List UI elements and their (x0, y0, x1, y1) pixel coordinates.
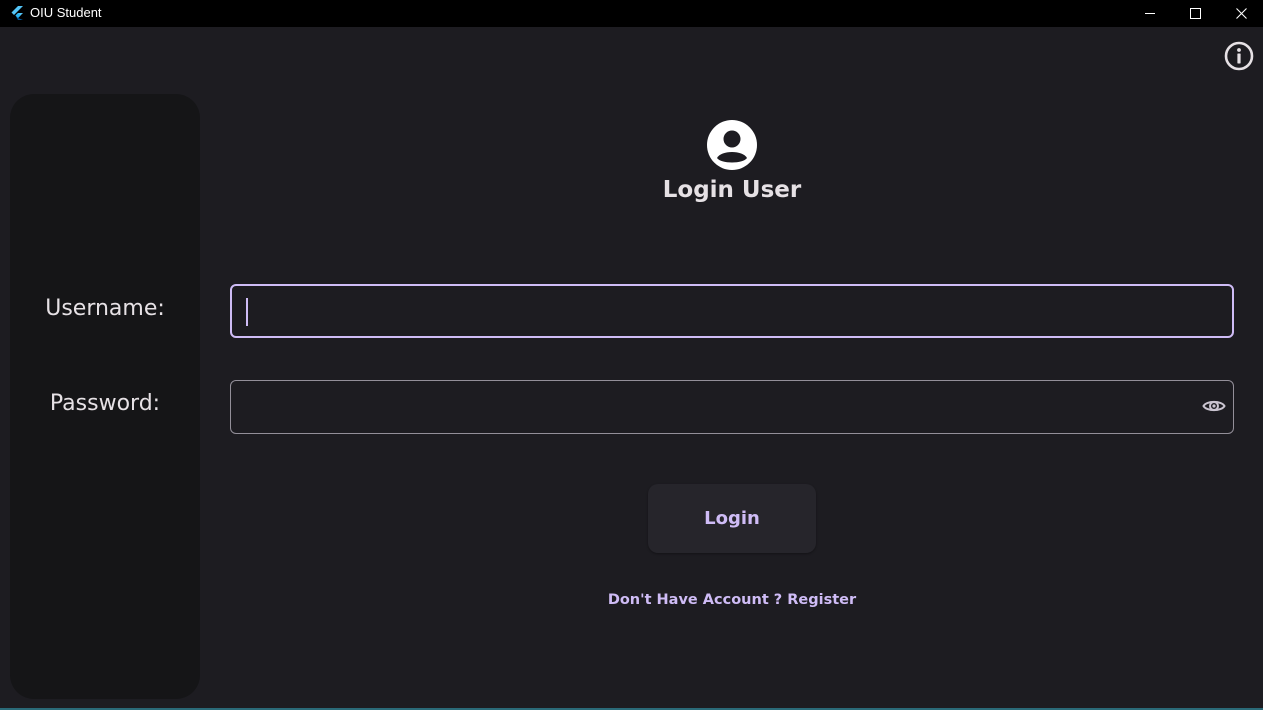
password-label: Password: (49, 391, 161, 416)
login-button[interactable]: Login (648, 484, 816, 553)
account-circle-icon (706, 119, 758, 171)
labels-panel: Username: Password: (10, 94, 200, 699)
password-input[interactable] (231, 381, 1233, 433)
login-page: Username: Password: Login User Login Don… (0, 28, 1263, 710)
username-input[interactable] (232, 286, 1232, 336)
username-label: Username: (45, 296, 165, 321)
title-bar: OIU Student (0, 0, 1263, 27)
window-title: OIU Student (30, 5, 102, 20)
close-button[interactable] (1218, 0, 1263, 27)
page-title: Login User (662, 177, 802, 203)
toggle-password-visibility-button[interactable] (1201, 395, 1227, 421)
close-icon (1235, 8, 1247, 19)
maximize-button[interactable] (1172, 0, 1218, 27)
info-button[interactable] (1223, 41, 1254, 75)
eye-icon (1202, 394, 1226, 422)
flutter-logo-icon (9, 5, 25, 21)
info-icon (1224, 41, 1254, 75)
register-link[interactable]: Don't Have Account ? Register (582, 592, 882, 608)
minimize-button[interactable] (1127, 0, 1173, 27)
maximize-icon (1189, 8, 1201, 19)
password-field[interactable] (230, 380, 1234, 434)
username-field[interactable] (230, 284, 1234, 338)
minimize-icon (1144, 8, 1156, 19)
